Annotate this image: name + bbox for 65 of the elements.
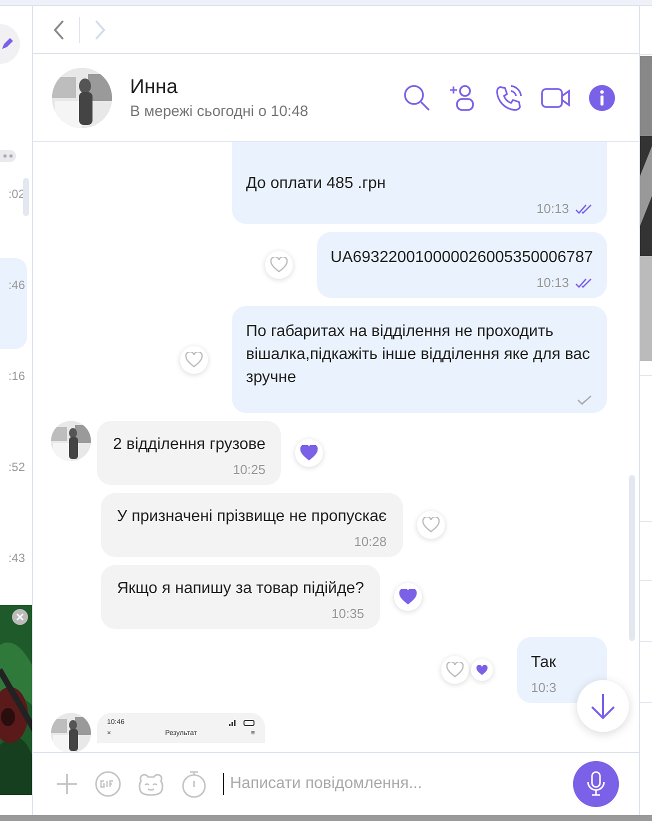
reaction-button[interactable] [295, 439, 324, 467]
scrollbar-thumb[interactable] [629, 475, 635, 641]
message-time: 10:3 [531, 680, 556, 695]
info-button[interactable] [589, 84, 615, 110]
close-icon [16, 613, 24, 621]
message-text: 2 відділення грузове [113, 435, 266, 455]
message-time: 10:28 [354, 534, 387, 549]
message-text: Так [531, 653, 557, 673]
reaction-button[interactable] [416, 511, 445, 539]
dots-icon [3, 154, 13, 158]
reaction-button[interactable] [441, 656, 469, 684]
voice-message-button[interactable] [573, 761, 619, 807]
chat-time: :46 [8, 278, 25, 292]
scrollbar-thumb[interactable] [23, 178, 29, 216]
chat-list-item[interactable]: :46 [0, 258, 27, 349]
reaction-button[interactable] [394, 583, 422, 611]
message-time: 10:13 [536, 275, 569, 290]
message-time: 10:35 [332, 606, 364, 621]
plus-icon [55, 772, 79, 796]
heart-outline-icon[interactable] [185, 352, 203, 368]
call-button[interactable] [495, 84, 523, 112]
reaction-count-button[interactable] [471, 659, 493, 681]
phone-icon [495, 84, 523, 112]
microphone-icon [587, 771, 605, 797]
timer-button[interactable] [181, 770, 207, 798]
message-text: До оплати 485 .грн [246, 174, 387, 194]
chat-list-item[interactable]: :52 [0, 440, 27, 531]
message-time: 10:13 [536, 201, 569, 216]
chat-list-item[interactable]: :43 [0, 531, 27, 581]
message-time: 10:25 [232, 462, 266, 477]
video-call-button[interactable] [541, 86, 571, 108]
bear-face-icon [137, 771, 165, 797]
add-participant-button[interactable] [449, 84, 477, 112]
phone-status-icon [229, 720, 255, 726]
search-button[interactable] [403, 84, 431, 112]
message-text: Якщо я напишу за товар підійде? [117, 579, 364, 599]
search-icon [403, 84, 431, 112]
heart-icon[interactable] [399, 589, 418, 605]
chat-time: :52 [8, 460, 25, 474]
pen-icon [0, 37, 14, 51]
chat-time: :43 [8, 551, 25, 565]
gif-icon [95, 771, 121, 797]
heart-outline-icon[interactable] [446, 662, 464, 678]
chevron-right-icon [94, 20, 106, 40]
add-person-icon [449, 84, 477, 112]
sticker-button[interactable] [137, 771, 165, 797]
message-text: По габаритах на відділення не проходить вішалка,підкажіть інше відділення яке для вас зручне [246, 322, 592, 388]
chat-list-item[interactable]: :16 [0, 349, 27, 440]
info-icon [589, 84, 615, 110]
message-text: У призначені прізвище не пропускає [117, 507, 387, 527]
heart-outline-icon[interactable] [270, 257, 288, 273]
chat-time: :16 [8, 369, 25, 383]
contact-name: Инна [130, 76, 179, 98]
reaction-button[interactable] [264, 251, 293, 279]
gif-button[interactable] [95, 771, 121, 797]
heart-icon[interactable] [300, 445, 318, 461]
message-text: UA693220010000026005350006787 [330, 248, 593, 268]
chevron-left-icon [53, 20, 65, 40]
stopwatch-icon [181, 770, 207, 798]
reaction-button[interactable] [180, 346, 208, 374]
attach-button[interactable] [55, 772, 79, 796]
arrow-down-icon [590, 692, 616, 720]
heart-outline-icon[interactable] [422, 517, 440, 533]
video-camera-icon [541, 86, 571, 108]
contact-status: В мережі сьогодні о 10:48 [130, 102, 310, 120]
